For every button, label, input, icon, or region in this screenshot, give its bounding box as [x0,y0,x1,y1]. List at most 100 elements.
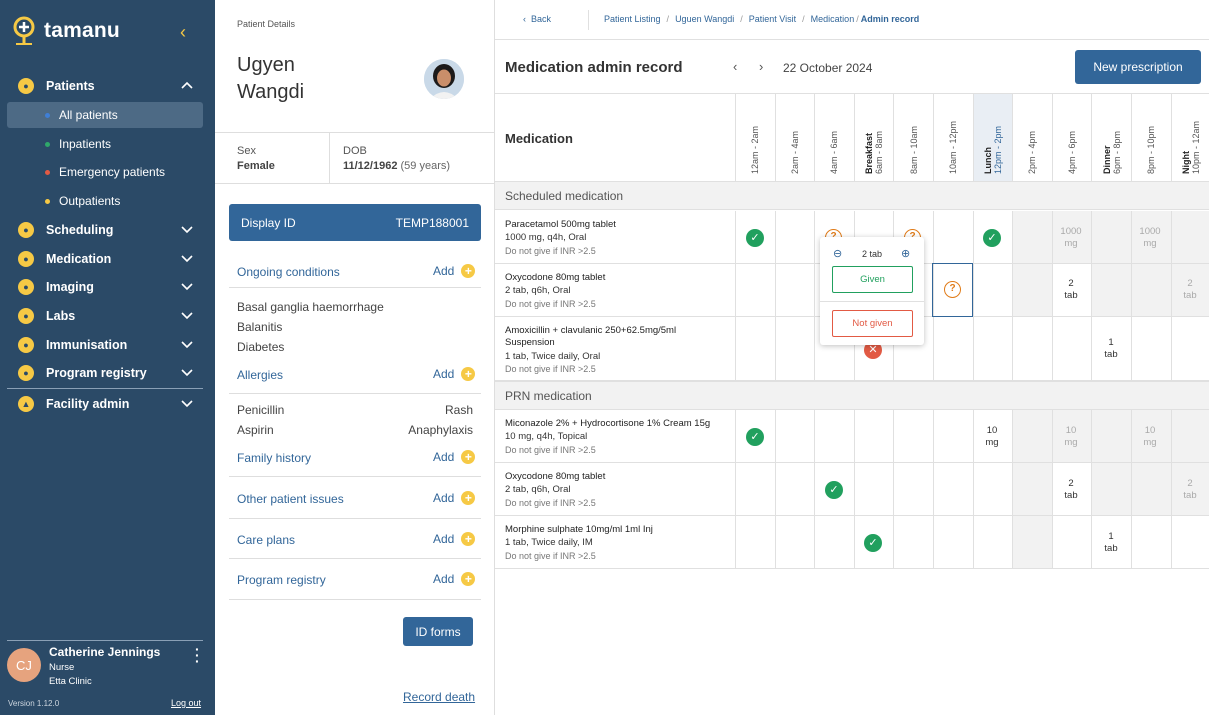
check-circle-icon[interactable]: ✓ [746,229,764,247]
dose-quantity[interactable]: 1000 mg [1131,226,1169,250]
add-other-issue-button[interactable]: Add + [433,491,476,505]
nav-immunisation[interactable]: ● Immunisation [0,331,215,359]
dose-quantity[interactable]: 1000 mg [1052,226,1090,250]
admin-cell[interactable] [774,516,815,568]
admin-cell[interactable] [1091,211,1131,263]
check-circle-icon[interactable]: ✓ [864,534,882,552]
admin-cell[interactable] [774,317,815,380]
subnav-outpatients[interactable]: Outpatients [7,188,203,214]
nav-facility-admin[interactable]: ▲ Facility admin [0,390,215,418]
admin-cell[interactable] [893,516,933,568]
subnav-all-patients[interactable]: All patients [7,102,203,128]
crumb-patient-name[interactable]: Uguen Wangdi [675,14,734,24]
admin-cell[interactable] [933,516,973,568]
dose-quantity[interactable]: 10 mg [1131,425,1169,449]
check-circle-icon[interactable]: ✓ [825,481,843,499]
record-death-link[interactable]: Record death [403,690,475,704]
admin-cell[interactable] [853,463,894,515]
check-circle-icon[interactable]: ✓ [746,428,764,446]
admin-cell[interactable] [933,211,973,263]
nav-imaging[interactable]: ● Imaging [0,273,215,301]
admin-cell[interactable] [735,516,775,568]
nav-program-registry[interactable]: ● Program registry [0,359,215,387]
id-forms-button[interactable]: ID forms [403,617,473,646]
add-care-plan-button[interactable]: Add + [433,532,476,546]
admin-cell[interactable] [933,463,973,515]
check-circle-icon[interactable]: ✓ [983,229,1001,247]
admin-cell[interactable] [1051,516,1092,568]
nav-labs[interactable]: ● Labs [0,302,215,330]
new-prescription-button[interactable]: New prescription [1075,50,1201,84]
admin-cell[interactable] [972,516,1013,568]
logo[interactable]: tamanu [10,16,120,46]
crumb-patient-listing[interactable]: Patient Listing [604,14,661,24]
dose-quantity[interactable]: 10 mg [1052,425,1090,449]
admin-cell[interactable] [972,317,1013,380]
admin-cell[interactable] [814,516,854,568]
kebab-menu-icon[interactable]: · · · [195,642,200,668]
dose-quantity[interactable]: 2 tab [1171,278,1209,302]
subnav-inpatients[interactable]: Inpatients [7,131,203,157]
crumb-medication[interactable]: Medication [811,14,855,24]
add-condition-button[interactable]: Add + [433,264,476,278]
logout-link[interactable]: Log out [171,698,201,708]
admin-cell[interactable] [1091,463,1131,515]
add-family-history-button[interactable]: Add + [433,450,476,464]
subnav-emergency-patients[interactable]: Emergency patients [7,159,203,185]
admin-cell[interactable] [735,463,775,515]
admin-cell[interactable] [1012,264,1052,316]
admin-cell[interactable] [1012,516,1052,568]
admin-cell[interactable] [735,317,775,380]
admin-cell[interactable] [774,463,815,515]
admin-cell[interactable] [933,410,973,462]
dose-quantity[interactable]: 2 tab [1052,278,1090,302]
next-day-icon[interactable]: › [759,59,763,74]
minus-circle-icon[interactable]: ⊖ [833,247,842,260]
given-button[interactable]: Given [832,266,913,293]
admin-cell[interactable] [1012,317,1052,380]
dose-quantity[interactable]: 2 tab [1171,478,1209,502]
admin-cell[interactable] [814,410,854,462]
admin-cell[interactable] [972,264,1013,316]
admin-cell[interactable] [1170,516,1209,568]
admin-cell[interactable] [893,463,933,515]
admin-cell[interactable] [933,317,973,380]
admin-cell[interactable] [1170,211,1209,263]
admin-cell[interactable] [1091,264,1131,316]
dose-quantity[interactable]: 1 tab [1092,531,1130,555]
admin-cell[interactable] [1051,317,1092,380]
nav-medication[interactable]: ● Medication [0,245,215,273]
back-button[interactable]: ‹ Back [523,14,551,24]
add-program-registry-button[interactable]: Add + [433,572,476,586]
not-given-button[interactable]: Not given [832,310,913,337]
previous-day-icon[interactable]: ‹ [733,59,737,74]
avatar[interactable]: CJ [7,648,41,682]
nav-patients[interactable]: ● Patients [0,72,215,100]
dose-quantity[interactable]: 10 mg [973,425,1011,449]
crumb-patient-visit[interactable]: Patient Visit [749,14,796,24]
admin-cell[interactable] [774,410,815,462]
admin-cell[interactable] [774,211,815,263]
admin-cell[interactable] [1012,410,1052,462]
plus-circle-icon[interactable]: ⊕ [901,247,910,260]
admin-cell[interactable] [853,410,894,462]
dose-quantity[interactable]: 2 tab [1052,478,1090,502]
admin-cell[interactable] [1170,410,1209,462]
admin-cell[interactable] [1131,317,1171,380]
dose-quantity[interactable]: 1 tab [1092,337,1130,361]
admin-cell[interactable] [1170,317,1209,380]
collapse-sidebar-icon[interactable]: ‹ [180,22,186,43]
admin-cell[interactable] [1091,410,1131,462]
admin-cell[interactable] [1012,211,1052,263]
admin-cell[interactable] [893,410,933,462]
admin-cell[interactable] [1012,463,1052,515]
admin-cell[interactable] [1131,264,1171,316]
nav-scheduling[interactable]: ● Scheduling [0,216,215,244]
admin-cell[interactable] [1131,463,1171,515]
admin-cell[interactable] [735,264,775,316]
admin-cell[interactable] [972,463,1013,515]
admin-cell[interactable] [774,264,815,316]
admin-cell[interactable] [1131,516,1171,568]
selected-cell[interactable] [932,263,973,317]
add-allergy-button[interactable]: Add + [433,367,476,381]
